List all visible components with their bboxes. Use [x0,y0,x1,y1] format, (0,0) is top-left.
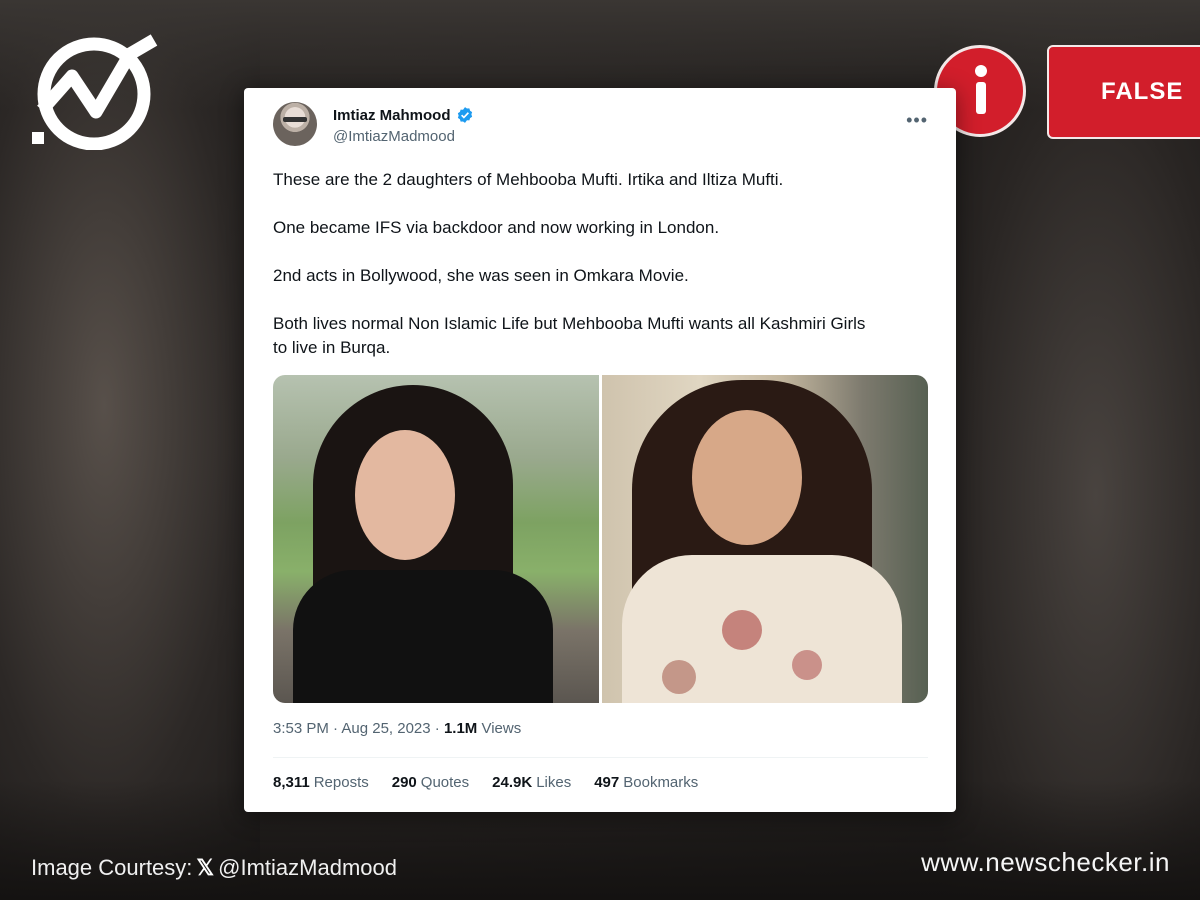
views-count: 1.1M [443,720,478,737]
stat-count: 8,311 [273,774,310,791]
tweet-media[interactable] [273,375,928,703]
stat-count: 290 [391,774,417,791]
newschecker-logo-icon [32,34,158,150]
false-verdict-badge: FALSE [1047,45,1200,139]
author-handle[interactable]: @ImtiazMadmood [333,128,455,145]
more-options-icon[interactable]: ••• [906,110,928,131]
photo-figure-pattern [792,650,822,680]
verified-badge-icon [457,107,472,123]
courtesy-handle: @ImtiazMadmood [218,855,397,880]
divider [273,757,928,758]
courtesy-prefix: Image Courtesy: [31,855,193,880]
stat-label: Quotes [420,774,470,791]
stat-count: 497 [594,774,620,791]
stat-label: Likes [536,774,572,791]
avatar-glasses [283,117,307,122]
author-name-row[interactable]: Imtiaz Mahmood [333,106,474,124]
stat-count: 24.9K [492,774,533,791]
tweet-photo-left[interactable] [273,375,599,703]
tweet-paragraph: 2nd acts in Bollywood, she was seen in O… [273,266,689,285]
stat-quotes[interactable]: 290 Quotes [392,774,469,791]
x-logo-icon: 𝕏 [196,855,215,880]
photo-figure-pattern [662,660,696,694]
views-label: Views [477,720,522,737]
tweet-paragraph: One became IFS via backdoor and now work… [273,218,720,237]
tweet-card: Imtiaz Mahmood @ImtiazMadmood ••• These … [244,88,956,812]
avatar[interactable] [273,102,317,146]
tweet-paragraph: Both lives normal Non Islamic Life but M… [273,314,866,357]
tweet-paragraph: These are the 2 daughters of Mehbooba Mu… [273,170,784,189]
tweet-timestamp[interactable]: 3:53 PM · Aug 25, 2023 · 1.1M Views [273,720,521,737]
stat-bookmarks[interactable]: 497 Bookmarks [594,774,698,791]
stat-reposts[interactable]: 8,311 Reposts [273,774,369,791]
image-courtesy: Image Courtesy: 𝕏 @ImtiazMadmood [31,855,397,881]
photo-figure-body [293,570,553,703]
photo-figure-pattern [722,610,762,650]
site-url: www.newschecker.in [921,847,1170,877]
stat-likes[interactable]: 24.9K Likes [492,774,571,791]
tweet-text: These are the 2 daughters of Mehbooba Mu… [273,168,923,384]
photo-figure-face [692,410,802,545]
tweet-stats: 8,311 Reposts 290 Quotes 24.9K Likes 497 Boo… [273,774,698,791]
photo-figure-face [355,430,455,560]
timestamp-text[interactable]: 3:53 PM · Aug 25, 2023 · [273,720,444,737]
tweet-photo-right[interactable] [602,375,928,703]
stat-label: Bookmarks [623,774,699,791]
stat-label: Reposts [313,774,369,791]
author-name[interactable]: Imtiaz Mahmood [333,107,451,124]
